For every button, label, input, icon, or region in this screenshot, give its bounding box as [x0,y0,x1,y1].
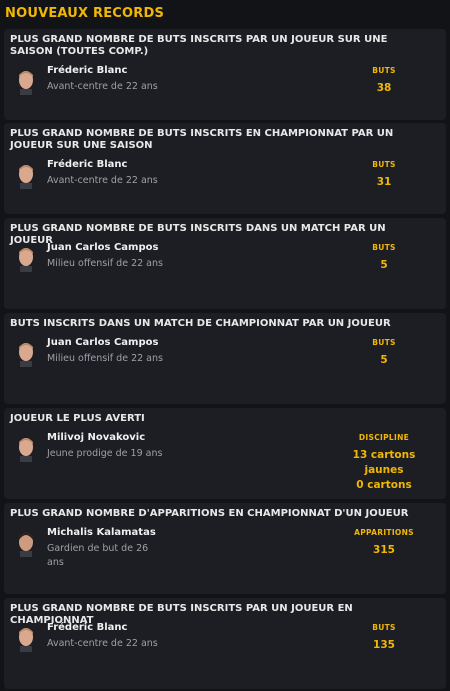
record-stat: BUTS 5 [334,338,434,368]
stat-label: BUTS [372,338,396,347]
record-title: PLUS GRAND NOMBRE DE BUTS INSCRITS EN CH… [10,128,394,151]
stat-label: BUTS [372,160,396,169]
record-stat: DISCIPLINE 13 cartons jaunes 0 cartons [349,433,419,493]
record-stat: BUTS 135 [334,623,434,653]
player-name[interactable]: Juan Carlos Campos [47,337,158,348]
stat-label: BUTS [372,66,396,75]
record-stat: BUTS 38 [334,66,434,96]
record-stat: APPARITIONS 315 [334,528,434,558]
record-card[interactable]: PLUS GRAND NOMBRE DE BUTS INSCRITS DANS … [4,218,446,309]
player-description: Jeune prodige de 19 ans [47,448,163,459]
player-description: Gardien de but de 26 ans [47,543,149,568]
stat-value: 5 [380,259,388,271]
stat-label: BUTS [372,623,396,632]
player-face-icon[interactable] [15,244,37,272]
player-face-icon[interactable] [15,529,37,557]
record-card[interactable]: PLUS GRAND NOMBRE D'APPARITIONS EN CHAMP… [4,503,446,594]
stat-value: 13 cartons jaunes [352,449,416,476]
stat-value: 315 [373,544,395,556]
stat-value: 135 [373,639,395,651]
stat-value-secondary: 0 cartons [356,479,412,491]
player-name[interactable]: Milivoj Novakovic [47,432,145,443]
stat-value: 31 [376,176,392,188]
page-title: NOUVEAUX RECORDS [5,6,165,21]
player-name[interactable]: Fréderic Blanc [47,159,127,170]
player-name[interactable]: Michalis Kalamatas [47,527,156,538]
record-card[interactable]: BUTS INSCRITS DANS UN MATCH DE CHAMPIONN… [4,313,446,404]
player-name[interactable]: Juan Carlos Campos [47,242,158,253]
record-stat: BUTS 5 [334,243,434,273]
player-face-icon[interactable] [15,624,37,652]
stat-value: 5 [380,354,388,366]
stat-label: APPARITIONS [354,528,414,537]
record-card[interactable]: PLUS GRAND NOMBRE DE BUTS INSCRITS PAR U… [4,598,446,689]
stat-label: BUTS [372,243,396,252]
record-card[interactable]: PLUS GRAND NOMBRE DE BUTS INSCRITS PAR U… [4,29,446,120]
player-name[interactable]: Fréderic Blanc [47,65,127,76]
player-description: Avant-centre de 22 ans [47,81,158,92]
record-title: BUTS INSCRITS DANS UN MATCH DE CHAMPIONN… [10,318,391,329]
page-header: NOUVEAUX RECORDS [0,0,450,28]
player-face-icon[interactable] [15,161,37,189]
player-face-icon[interactable] [15,339,37,367]
record-card[interactable]: PLUS GRAND NOMBRE DE BUTS INSCRITS EN CH… [4,123,446,214]
record-title: PLUS GRAND NOMBRE DE BUTS INSCRITS PAR U… [10,34,388,57]
player-description: Avant-centre de 22 ans [47,175,158,186]
stat-value: 38 [376,82,392,94]
record-title: PLUS GRAND NOMBRE D'APPARITIONS EN CHAMP… [10,508,409,519]
player-description: Milieu offensif de 22 ans [47,258,163,269]
record-stat: BUTS 31 [334,160,434,190]
player-face-icon[interactable] [15,434,37,462]
player-name[interactable]: Fréderic Blanc [47,622,127,633]
record-card[interactable]: JOUEUR LE PLUS AVERTI Milivoj Novakovic … [4,408,446,499]
player-face-icon[interactable] [15,67,37,95]
player-description: Milieu offensif de 22 ans [47,353,163,364]
record-title: JOUEUR LE PLUS AVERTI [10,413,145,424]
stat-label: DISCIPLINE [358,433,410,442]
player-description: Avant-centre de 22 ans [47,638,158,649]
